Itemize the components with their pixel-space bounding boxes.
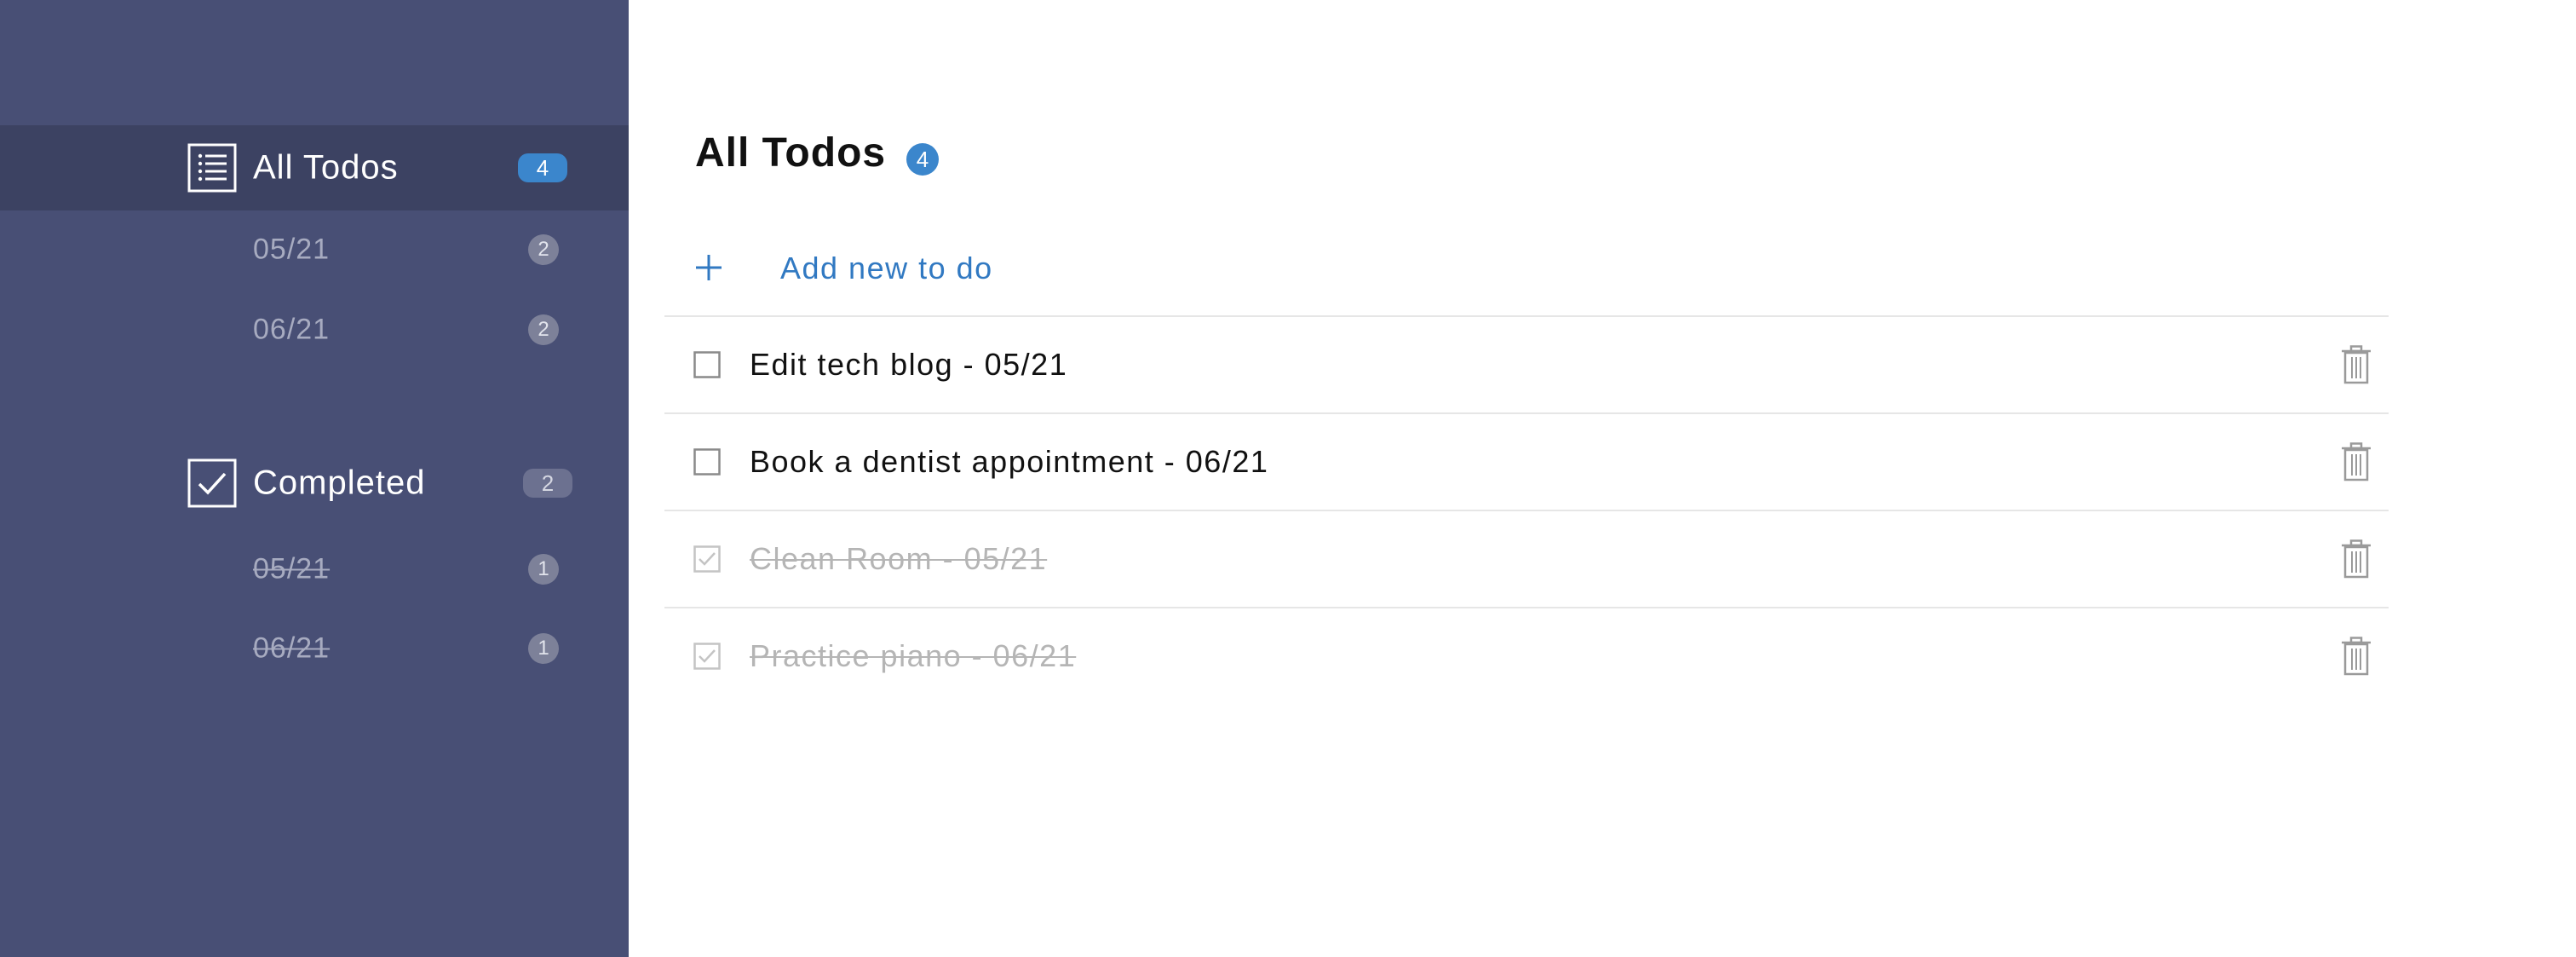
main-content: All Todos 4 Add new to do Edit tech blog… bbox=[629, 0, 2576, 957]
todo-text: Clean Room - 05/21 bbox=[750, 541, 1048, 576]
todo-text: Edit tech blog - 05/21 bbox=[750, 347, 1068, 382]
todo-checkbox[interactable] bbox=[693, 351, 721, 378]
trash-icon[interactable] bbox=[2341, 442, 2372, 481]
add-todo-label: Add new to do bbox=[780, 251, 993, 285]
sidebar-item-label: All Todos bbox=[253, 148, 399, 187]
todo-checkbox[interactable] bbox=[693, 643, 721, 670]
count-badge: 1 bbox=[528, 633, 559, 664]
sidebar-subitem-label: 05/21 bbox=[253, 233, 331, 266]
sidebar-subitem-all-0621[interactable]: 06/21 2 bbox=[0, 291, 629, 369]
sidebar-subitem-label: 06/21 bbox=[253, 313, 331, 346]
todo-checkbox[interactable] bbox=[693, 448, 721, 476]
count-badge: 2 bbox=[528, 314, 559, 345]
add-todo-button[interactable]: Add new to do bbox=[664, 230, 2389, 315]
todo-item: Clean Room - 05/21 bbox=[664, 510, 2389, 607]
trash-icon[interactable] bbox=[2341, 539, 2372, 579]
count-badge: 1 bbox=[528, 554, 559, 585]
todo-item: Practice piano - 06/21 bbox=[664, 607, 2389, 704]
trash-icon[interactable] bbox=[2341, 345, 2372, 384]
todo-text: Practice piano - 06/21 bbox=[750, 638, 1077, 673]
sidebar-subitem-completed-0521[interactable]: 05/21 1 bbox=[0, 530, 629, 608]
todo-text: Book a dentist appointment - 06/21 bbox=[750, 444, 1269, 479]
list-icon bbox=[187, 143, 237, 193]
plus-icon bbox=[693, 252, 724, 283]
sidebar: All Todos 4 05/21 2 06/21 2 Completed 2 … bbox=[0, 0, 629, 957]
checkbox-unchecked-icon bbox=[693, 448, 721, 476]
sidebar-subitem-label: 05/21 bbox=[253, 552, 331, 585]
count-badge: 4 bbox=[518, 153, 567, 182]
todo-item: Edit tech blog - 05/21 bbox=[664, 315, 2389, 412]
todo-list: Edit tech blog - 05/21 Book a dentist ap… bbox=[664, 315, 2389, 704]
checkbox-checked-icon bbox=[187, 458, 237, 508]
todo-app: All Todos 4 05/21 2 06/21 2 Completed 2 … bbox=[0, 0, 2576, 957]
count-badge: 2 bbox=[528, 234, 559, 265]
trash-icon[interactable] bbox=[2341, 637, 2372, 676]
sidebar-item-completed[interactable]: Completed 2 bbox=[0, 441, 629, 526]
checkbox-checked-icon bbox=[693, 643, 721, 670]
todo-checkbox[interactable] bbox=[693, 545, 721, 573]
sidebar-subitem-completed-0621[interactable]: 06/21 1 bbox=[0, 609, 629, 688]
sidebar-item-all-todos[interactable]: All Todos 4 bbox=[0, 125, 629, 210]
checkbox-checked-icon bbox=[693, 545, 721, 573]
page-title: All Todos bbox=[695, 130, 887, 176]
sidebar-subitem-label: 06/21 bbox=[253, 631, 331, 665]
todo-count-badge: 4 bbox=[906, 143, 939, 176]
count-badge: 2 bbox=[523, 469, 572, 498]
sidebar-item-label: Completed bbox=[253, 464, 426, 502]
sidebar-subitem-all-0521[interactable]: 05/21 2 bbox=[0, 210, 629, 289]
todo-item: Book a dentist appointment - 06/21 bbox=[664, 412, 2389, 510]
checkbox-unchecked-icon bbox=[693, 351, 721, 378]
